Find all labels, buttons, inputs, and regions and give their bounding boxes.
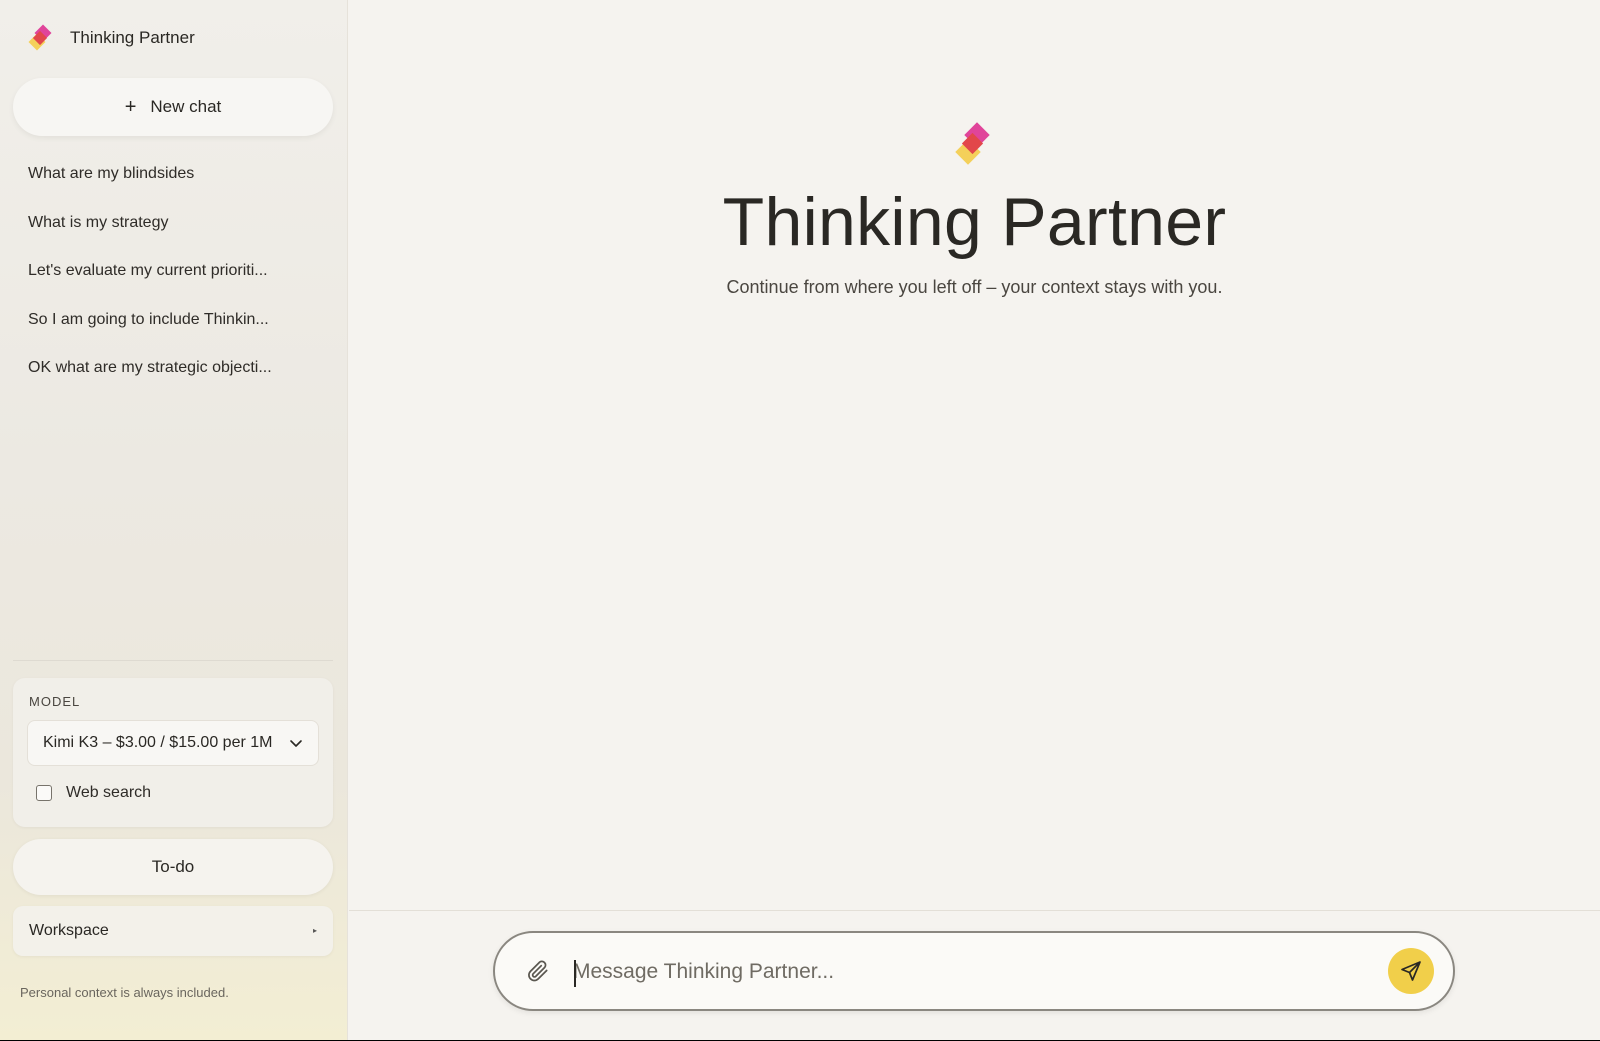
app-window: Thinking Partner + New chat What are my … [0,0,1600,1040]
logo-icon [955,122,990,165]
model-label: MODEL [29,694,81,709]
composer-divider [349,910,1600,911]
history-item[interactable]: So I am going to include Thinkin... [0,296,348,345]
workspace-label: Workspace [29,922,109,939]
message-input[interactable] [573,953,1363,991]
web-search-label: Web search [66,784,152,801]
brand-name: Thinking Partner [70,28,195,47]
paperclip-icon[interactable] [525,958,551,984]
message-composer [493,931,1455,1011]
page-title: Thinking Partner [722,184,1227,260]
send-button[interactable] [1388,948,1434,994]
brand: Thinking Partner [28,24,195,52]
page-subtitle: Continue from where you left off – your … [726,277,1223,297]
model-selected-value: Kimi K3 – $3.00 / $15.00 per 1M [43,734,273,751]
new-chat-button[interactable]: + New chat [13,78,333,136]
send-icon [1401,961,1421,981]
plus-icon: + [124,95,137,118]
chat-history-list: What are my blindsides What is my strate… [0,150,348,393]
history-item[interactable]: What is my strategy [0,199,348,248]
model-settings-card: MODEL Kimi K3 – $3.00 / $15.00 per 1M We… [13,678,333,827]
text-caret [574,960,576,987]
todo-label: To-do [151,857,195,876]
main-panel: Thinking Partner Continue from where you… [349,0,1600,1040]
history-item[interactable]: What are my blindsides [0,150,348,199]
logo-icon [28,24,52,51]
history-item[interactable]: OK what are my strategic objecti... [0,344,348,393]
sidebar: Thinking Partner + New chat What are my … [0,0,348,1040]
workspace-toggle[interactable]: Workspace ▸ [13,906,333,956]
web-search-option: Web search [36,784,151,802]
new-chat-label: New chat [150,97,222,116]
history-item[interactable]: Let's evaluate my current prioriti... [0,247,348,296]
model-select[interactable]: Kimi K3 – $3.00 / $15.00 per 1M [27,720,319,766]
caret-right-icon: ▸ [312,926,317,935]
web-search-checkbox[interactable] [36,785,52,801]
context-footnote: Personal context is always included. [20,985,229,1000]
sidebar-divider [13,660,333,661]
chevron-down-icon [290,740,302,747]
todo-button[interactable]: To-do [13,839,333,895]
